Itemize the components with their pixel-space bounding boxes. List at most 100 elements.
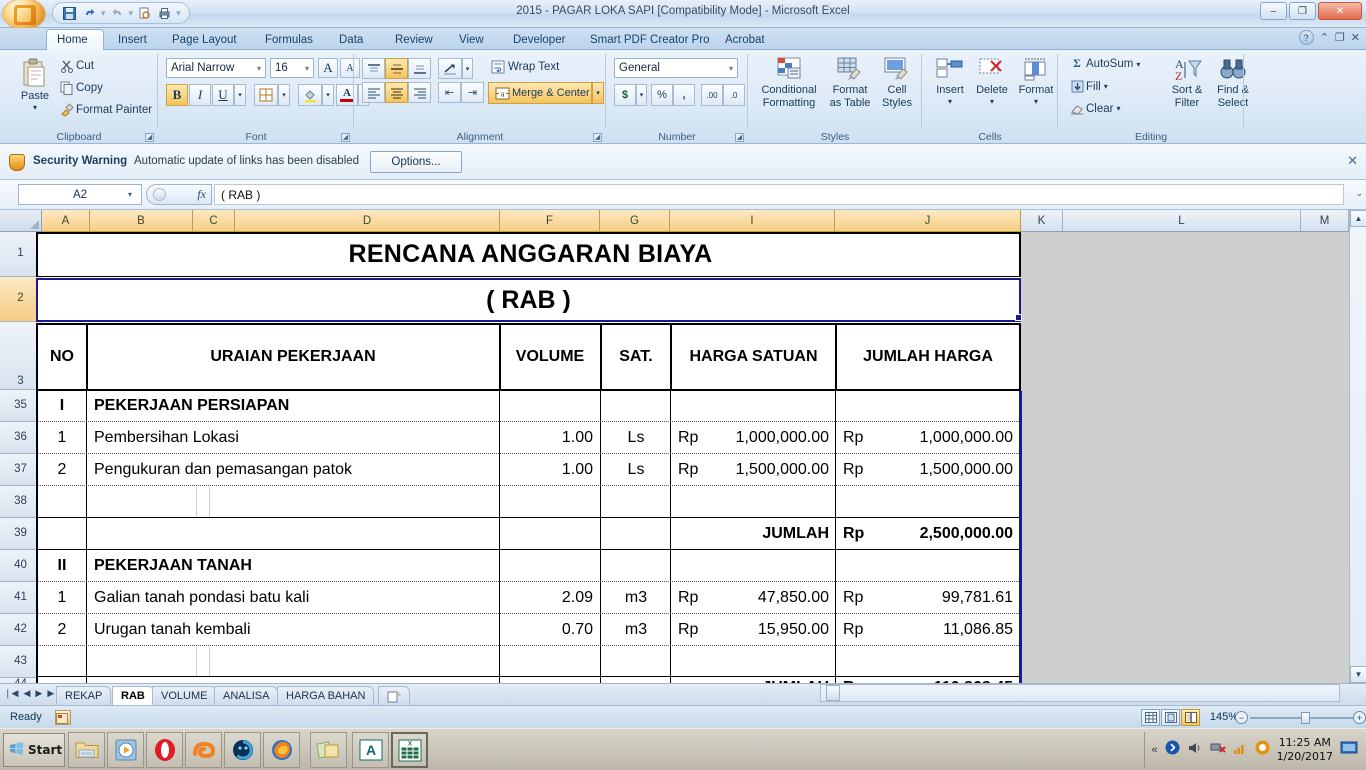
- merge-center-dropdown-icon[interactable]: ▾: [592, 82, 604, 104]
- cell-uraian-36[interactable]: Pembersihan Lokasi: [88, 422, 498, 453]
- align-left-button[interactable]: [362, 82, 385, 103]
- conditional-formatting-button[interactable]: Conditional Formatting: [756, 56, 822, 109]
- page-break-preview-button[interactable]: [1181, 709, 1200, 726]
- borders-button[interactable]: [254, 84, 278, 106]
- fill-color-dropdown-icon[interactable]: ▾: [322, 84, 334, 106]
- cell-jumlah-harga-41[interactable]: 99,781.61: [837, 582, 1019, 613]
- tab-review[interactable]: Review: [385, 29, 443, 50]
- delete-cells-button[interactable]: Delete ▾: [970, 56, 1014, 106]
- cell-jumlah-harga-42[interactable]: 11,086.85: [837, 614, 1019, 645]
- close-icon[interactable]: ✕: [1347, 153, 1358, 169]
- cell-no-40[interactable]: II: [38, 550, 86, 581]
- underline-dropdown-icon[interactable]: ▾: [234, 84, 246, 106]
- column-header-A[interactable]: A: [42, 210, 90, 232]
- comma-format-button[interactable]: ,: [673, 84, 695, 106]
- selection-fill-handle[interactable]: [1015, 314, 1022, 321]
- cell-no-36[interactable]: 1: [38, 422, 86, 453]
- clear-dropdown-icon[interactable]: ▾: [1116, 104, 1120, 113]
- start-button[interactable]: Start: [3, 733, 65, 767]
- next-sheet-icon[interactable]: ▶: [35, 688, 42, 699]
- column-header-F[interactable]: F: [500, 210, 600, 232]
- record-macro-icon[interactable]: [55, 710, 71, 725]
- increase-indent-button[interactable]: ⇥: [461, 82, 484, 103]
- font-size-dropdown-icon[interactable]: ▾: [305, 64, 309, 73]
- accounting-format-button[interactable]: $: [614, 84, 636, 106]
- align-middle-button[interactable]: [385, 58, 408, 79]
- cell-uraian-37[interactable]: Pengukuran dan pemasangan patok: [88, 454, 498, 485]
- insert-dropdown-icon[interactable]: ▾: [948, 97, 952, 106]
- restore-window-icon[interactable]: ❐: [1335, 31, 1345, 44]
- grow-font-button[interactable]: A: [318, 58, 338, 78]
- minimize-ribbon-icon[interactable]: ⌃: [1320, 31, 1329, 44]
- formula-input[interactable]: ( RAB ): [214, 184, 1344, 205]
- taskbar-item-autocad[interactable]: A: [352, 732, 389, 768]
- first-sheet-icon[interactable]: ❘◀: [4, 688, 18, 699]
- number-format-select[interactable]: General ▾: [614, 58, 738, 78]
- sheet-tab-harga-bahan[interactable]: HARGA BAHAN: [277, 686, 374, 705]
- volume-icon[interactable]: [1187, 741, 1203, 760]
- wrap-text-button[interactable]: Wrap Text: [488, 60, 559, 74]
- security-options-button[interactable]: Options...: [370, 151, 462, 173]
- taskbar-item-excel[interactable]: X: [391, 732, 428, 768]
- paste-button[interactable]: Paste ▾: [8, 58, 62, 112]
- orientation-button[interactable]: [438, 58, 462, 79]
- cell-harga-satuan-37[interactable]: 1,500,000.00: [672, 454, 835, 485]
- close-button[interactable]: ✕: [1318, 2, 1362, 20]
- orientation-dropdown-icon[interactable]: ▾: [462, 58, 473, 79]
- cell-sat-41[interactable]: m3: [602, 582, 670, 613]
- tab-developer[interactable]: Developer: [503, 29, 575, 50]
- clear-button[interactable]: Clear ▾: [1068, 102, 1121, 115]
- zoom-out-button[interactable]: −: [1235, 711, 1248, 724]
- column-header-C[interactable]: C: [193, 210, 235, 232]
- taskbar-item-windows-explorer[interactable]: [68, 732, 105, 768]
- format-cells-button[interactable]: Format ▾: [1014, 56, 1058, 106]
- cell-uraian-35[interactable]: PEKERJAAN PERSIAPAN: [88, 391, 498, 421]
- column-header-B[interactable]: B: [90, 210, 193, 232]
- accounting-dropdown-icon[interactable]: ▾: [636, 84, 647, 106]
- cell-sat-36[interactable]: Ls: [602, 422, 670, 453]
- copy-button[interactable]: Copy: [58, 81, 103, 95]
- cell-no-42[interactable]: 2: [38, 614, 86, 645]
- italic-button[interactable]: I: [189, 84, 211, 106]
- cell-sat-42[interactable]: m3: [602, 614, 670, 645]
- format-as-table-button[interactable]: Format as Table: [824, 56, 876, 109]
- bold-button[interactable]: B: [166, 84, 188, 106]
- align-right-button[interactable]: [408, 82, 431, 103]
- cell-no-37[interactable]: 2: [38, 454, 86, 485]
- help-icon[interactable]: ?: [1299, 30, 1314, 45]
- column-header-J[interactable]: J: [835, 210, 1021, 232]
- alignment-dialog-launcher[interactable]: ◢: [593, 133, 602, 142]
- cell-uraian-41[interactable]: Galian tanah pondasi batu kali: [88, 582, 498, 613]
- align-center-button[interactable]: [385, 82, 408, 103]
- format-dropdown-icon[interactable]: ▾: [1034, 97, 1038, 106]
- page-layout-view-button[interactable]: [1161, 709, 1180, 726]
- cell-no-35[interactable]: I: [38, 391, 86, 421]
- spreadsheet-grid[interactable]: A B C D F G I J K L M 1 2 3 35 36 37 38 …: [0, 210, 1366, 683]
- taskbar-item-firefox[interactable]: [263, 732, 300, 768]
- taskbar-item-opera[interactable]: [146, 732, 183, 768]
- cell-volume-42[interactable]: 0.70: [501, 614, 599, 645]
- cell-jumlah-harga-36[interactable]: 1,000,000.00: [837, 422, 1019, 453]
- fill-dropdown-icon[interactable]: ▾: [1104, 82, 1108, 91]
- prev-sheet-icon[interactable]: ◀: [23, 688, 30, 699]
- merge-and-center-button[interactable]: a Merge & Center: [488, 82, 592, 104]
- clipboard-dialog-launcher[interactable]: ◢: [145, 133, 154, 142]
- cell-uraian-40[interactable]: PEKERJAAN TANAH: [88, 550, 498, 581]
- column-header-L[interactable]: L: [1063, 210, 1301, 232]
- cell-harga-satuan-36[interactable]: 1,000,000.00: [672, 422, 835, 453]
- format-painter-button[interactable]: Format Painter: [58, 103, 152, 117]
- normal-view-button[interactable]: [1141, 709, 1160, 726]
- tab-home[interactable]: Home: [46, 29, 104, 50]
- cut-button[interactable]: Cut: [58, 59, 94, 73]
- maximize-button[interactable]: ❐: [1289, 2, 1316, 20]
- column-header-I[interactable]: I: [670, 210, 835, 232]
- sheet-tab-analisa[interactable]: ANALISA: [214, 686, 278, 705]
- number-dialog-launcher[interactable]: ◢: [735, 133, 744, 142]
- cell-title-row-2[interactable]: ( RAB ): [36, 278, 1021, 322]
- zoom-in-button[interactable]: +: [1353, 711, 1366, 724]
- autosum-button[interactable]: Σ AutoSum ▾: [1068, 58, 1140, 70]
- taskbar-item-seamonkey[interactable]: [185, 732, 222, 768]
- update-icon[interactable]: [1255, 740, 1270, 760]
- find-and-select-button[interactable]: Find & Select: [1210, 56, 1256, 109]
- cell-volume-37[interactable]: 1.00: [501, 454, 599, 485]
